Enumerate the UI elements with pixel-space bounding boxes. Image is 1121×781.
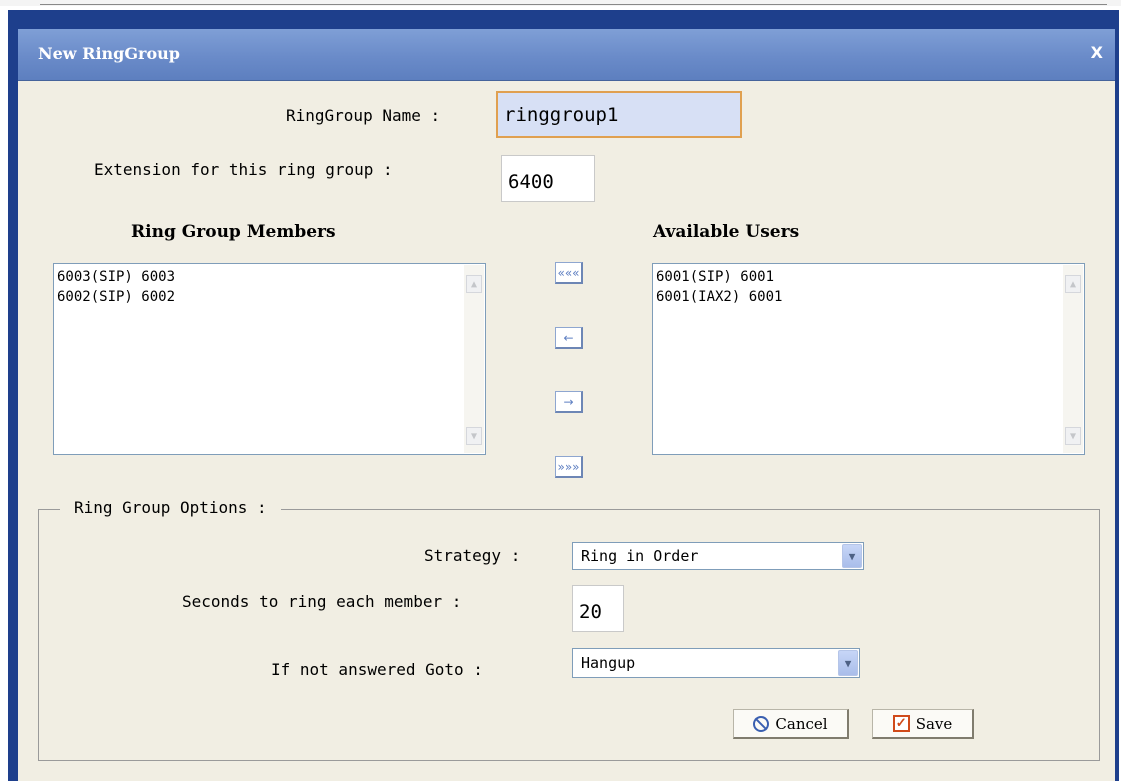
list-item[interactable]: 6001(IAX2) 6001: [656, 287, 782, 307]
seconds-label: Seconds to ring each member :: [182, 592, 462, 611]
members-items: 6003(SIP) 6003 6002(SIP) 6002: [57, 267, 175, 307]
list-item[interactable]: 6001(SIP) 6001: [656, 267, 782, 287]
cancel-icon: [753, 715, 770, 732]
chevron-down-icon[interactable]: ▼: [838, 650, 858, 676]
options-legend: Ring Group Options :: [60, 498, 281, 517]
goto-label: If not answered Goto :: [271, 660, 483, 679]
scroll-down-icon[interactable]: ▼: [466, 427, 482, 445]
members-scrollbar[interactable]: ▲ ▼: [464, 265, 484, 453]
ringgroup-name-label: RingGroup Name :: [286, 106, 441, 125]
dialog-titlebar[interactable]: New RingGroup X: [18, 29, 1115, 81]
chevron-down-icon[interactable]: ▼: [842, 544, 862, 568]
list-item[interactable]: 6002(SIP) 6002: [57, 287, 175, 307]
strategy-select[interactable]: Ring in Order ▼: [572, 542, 864, 570]
goto-value: Hangup: [581, 654, 636, 672]
top-rule: [0, 0, 1121, 6]
available-listbox[interactable]: 6001(SIP) 6001 6001(IAX2) 6001 ▲ ▼: [652, 263, 1085, 455]
remove-one-button[interactable]: →: [555, 391, 583, 413]
cancel-button-label: Cancel: [775, 714, 828, 733]
seconds-input[interactable]: 20: [572, 585, 624, 632]
extension-input[interactable]: 6400: [501, 155, 595, 202]
goto-select[interactable]: Hangup ▼: [572, 648, 860, 678]
add-one-button[interactable]: ←: [555, 327, 583, 349]
members-heading: Ring Group Members: [131, 222, 336, 242]
scroll-up-icon[interactable]: ▲: [1065, 275, 1081, 293]
extension-label: Extension for this ring group :: [94, 160, 393, 179]
list-item[interactable]: 6003(SIP) 6003: [57, 267, 175, 287]
cancel-button[interactable]: Cancel: [733, 709, 849, 739]
strategy-value: Ring in Order: [581, 547, 699, 565]
checkbox-check-icon: ✓: [892, 715, 910, 732]
members-listbox[interactable]: 6003(SIP) 6003 6002(SIP) 6002 ▲ ▼: [53, 263, 486, 455]
scroll-down-icon[interactable]: ▼: [1065, 427, 1081, 445]
remove-all-button[interactable]: »»»: [555, 456, 583, 478]
add-all-button[interactable]: «««: [555, 262, 583, 284]
available-heading: Available Users: [653, 222, 800, 242]
save-button[interactable]: ✓ Save: [872, 709, 974, 739]
available-items: 6001(SIP) 6001 6001(IAX2) 6001: [656, 267, 782, 307]
available-scrollbar[interactable]: ▲ ▼: [1063, 265, 1083, 453]
scroll-up-icon[interactable]: ▲: [466, 275, 482, 293]
dialog-title: New RingGroup: [38, 44, 180, 63]
save-button-label: Save: [915, 714, 953, 733]
close-button[interactable]: X: [1091, 43, 1103, 62]
strategy-label: Strategy :: [424, 546, 521, 565]
ringgroup-name-input[interactable]: ringgroup1: [496, 91, 742, 138]
